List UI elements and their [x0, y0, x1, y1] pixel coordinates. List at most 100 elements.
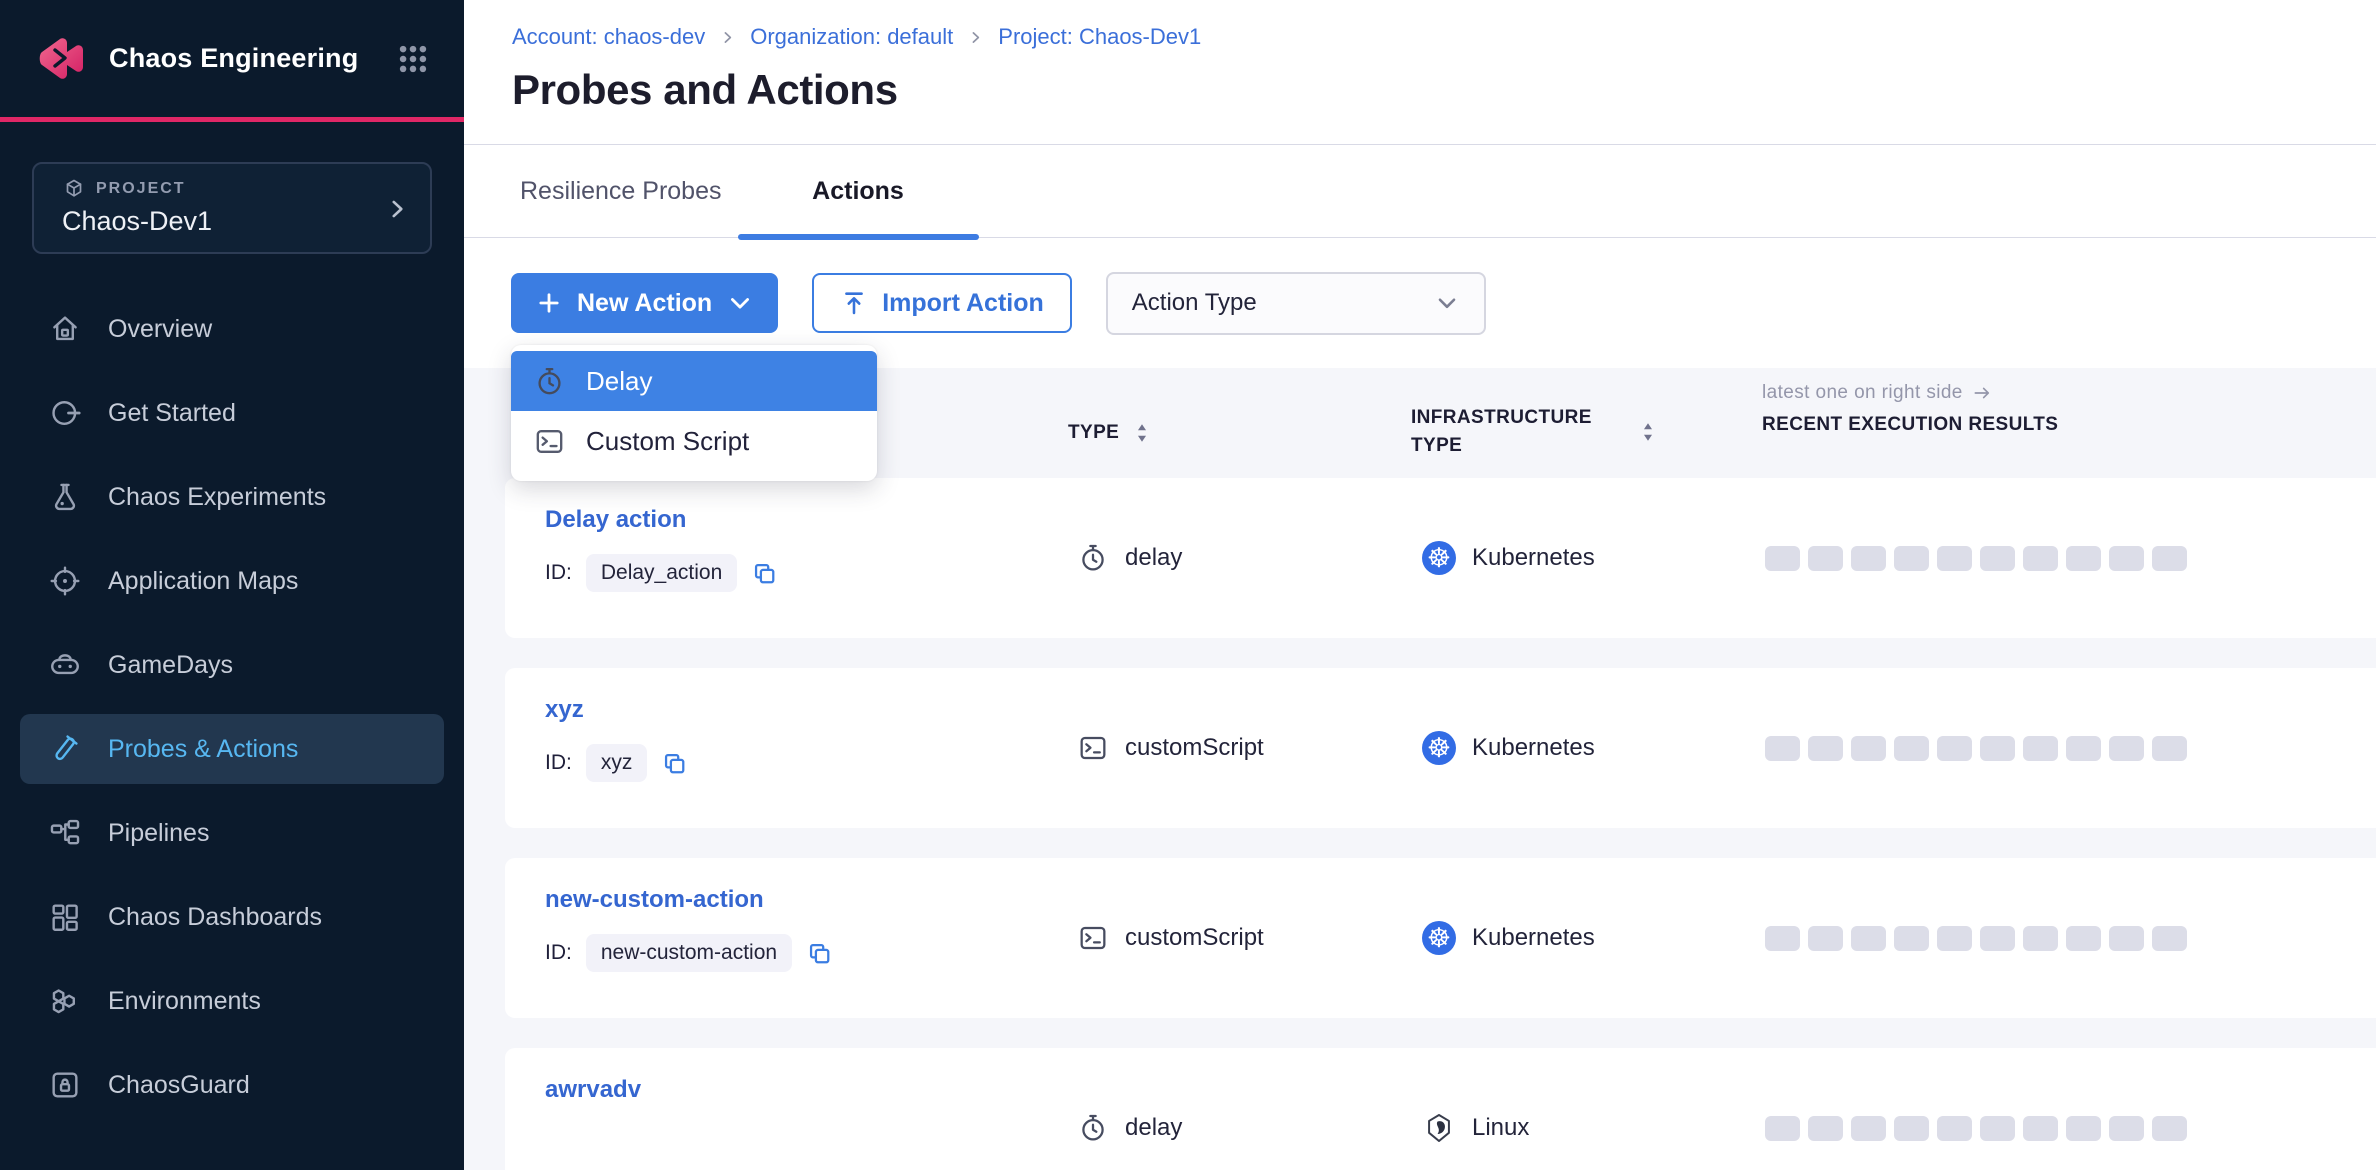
action-type-value: delay: [1125, 1114, 1182, 1142]
project-selector[interactable]: PROJECT Chaos-Dev1: [32, 162, 432, 254]
brand-divider: [0, 117, 464, 122]
action-id-chip: Delay_action: [586, 554, 737, 592]
action-type-cell: customScript: [1077, 858, 1264, 1018]
actions-table: TYPE INFRASTRUCTURE TYPE latest one on r…: [464, 368, 2376, 1170]
page-header: Account: chaos-dev Organization: default P…: [464, 0, 2376, 145]
sidebar-item-chaos-experiments[interactable]: Chaos Experiments: [20, 462, 444, 532]
execution-result-placeholder: [1765, 546, 1800, 571]
sidebar-item-label: Probes & Actions: [108, 735, 298, 764]
dropdown-item-label: Custom Script: [586, 426, 749, 457]
new-action-label: New Action: [577, 289, 712, 318]
sort-icon[interactable]: [1131, 420, 1153, 446]
sidebar-item-probes-actions[interactable]: Probes & Actions: [20, 714, 444, 784]
sort-icon[interactable]: [1637, 419, 1659, 445]
dropdown-item-custom-script[interactable]: Custom Script: [511, 411, 877, 471]
dropdown-item-label: Delay: [586, 366, 652, 397]
sidebar-item-label: Chaos Experiments: [108, 483, 326, 512]
dashboard-icon: [48, 900, 82, 934]
id-label: ID:: [545, 561, 572, 585]
execution-result-placeholder: [2152, 736, 2187, 761]
dropdown-item-delay[interactable]: Delay: [511, 351, 877, 411]
column-header-infrastructure-type: INFRASTRUCTURE TYPE: [1411, 404, 1659, 459]
sidebar-item-overview[interactable]: Overview: [20, 294, 444, 364]
recent-execution-results-cell: [1765, 858, 2187, 1018]
sidebar-item-label: Overview: [108, 315, 212, 344]
app-root: Chaos Engineering PROJECT Chaos-Dev1 Ove…: [0, 0, 2376, 1170]
action-name-cell: awrvadv: [545, 1076, 641, 1104]
action-name-link[interactable]: Delay action: [545, 506, 686, 533]
sidebar-item-chaos-dashboards[interactable]: Chaos Dashboards: [20, 882, 444, 952]
infrastructure-type-value: Linux: [1472, 1114, 1529, 1142]
sidebar-item-environments[interactable]: Environments: [20, 966, 444, 1036]
action-type-select[interactable]: Action Type: [1106, 272, 1486, 335]
sidebar: Chaos Engineering PROJECT Chaos-Dev1 Ove…: [0, 0, 464, 1170]
sidebar-item-application-maps[interactable]: Application Maps: [20, 546, 444, 616]
action-name-link[interactable]: new-custom-action: [545, 886, 764, 913]
execution-result-placeholder: [1851, 736, 1886, 761]
execution-result-placeholder: [1808, 736, 1843, 761]
sidebar-item-pipelines[interactable]: Pipelines: [20, 798, 444, 868]
action-name-cell: Delay action ID: Delay_action: [545, 506, 778, 592]
terminal-icon: [1077, 922, 1109, 954]
tab-resilience-probes[interactable]: Resilience Probes: [520, 145, 722, 237]
execution-result-placeholder: [2066, 546, 2101, 571]
execution-result-placeholder: [1894, 736, 1929, 761]
kubernetes-icon: ☸: [1422, 921, 1456, 955]
breadcrumb-chevron-icon: [967, 29, 984, 46]
recent-results-note-text: latest one on right side: [1762, 382, 1963, 404]
copy-icon[interactable]: [806, 940, 833, 967]
execution-result-placeholder: [2023, 736, 2058, 761]
import-action-button[interactable]: Import Action: [812, 273, 1072, 333]
table-row: new-custom-action ID: new-custom-action …: [505, 858, 2376, 1018]
execution-result-placeholder: [1808, 546, 1843, 571]
execution-result-placeholder: [1808, 1116, 1843, 1141]
action-name-link[interactable]: awrvadv: [545, 1076, 641, 1103]
cube-icon: [62, 177, 86, 201]
breadcrumb-link[interactable]: Organization: default: [750, 24, 953, 50]
flask-icon: [48, 480, 82, 514]
type-header-label: TYPE: [1068, 422, 1119, 444]
chevron-right-icon: [384, 196, 410, 222]
infrastructure-type-cell: ☸ Kubernetes: [1422, 478, 1595, 638]
action-type-value: customScript: [1125, 924, 1264, 952]
sidebar-item-gamedays[interactable]: GameDays: [20, 630, 444, 700]
infrastructure-type-value: Kubernetes: [1472, 544, 1595, 572]
action-name-link[interactable]: xyz: [545, 696, 584, 723]
action-type-cell: customScript: [1077, 668, 1264, 828]
execution-result-placeholder: [2152, 926, 2187, 951]
new-action-button[interactable]: New Action: [511, 273, 778, 333]
execution-result-placeholder: [2109, 1116, 2144, 1141]
harness-chaos-logo-icon: [33, 32, 87, 86]
copy-icon[interactable]: [751, 560, 778, 587]
execution-result-placeholder: [2152, 1116, 2187, 1141]
pipeline-icon: [48, 816, 82, 850]
execution-result-placeholder: [1980, 736, 2015, 761]
sidebar-item-label: Get Started: [108, 399, 236, 428]
column-header-recent-execution-results: latest one on right side RECENT EXECUTIO…: [1762, 382, 2058, 436]
app-title: Chaos Engineering: [109, 43, 374, 74]
execution-result-placeholder: [1765, 926, 1800, 951]
execution-result-placeholder: [1765, 736, 1800, 761]
sidebar-menu: Overview Get Started Chaos Experiments Appl…: [0, 294, 464, 1120]
breadcrumb-link[interactable]: Account: chaos-dev: [512, 24, 705, 50]
execution-result-placeholder: [2109, 546, 2144, 571]
tab-actions[interactable]: Actions: [738, 145, 979, 237]
stopwatch-icon: [1077, 1112, 1109, 1144]
sidebar-header: Chaos Engineering: [0, 0, 464, 117]
action-id-row: ID: Delay_action: [545, 554, 778, 592]
sidebar-item-get-started[interactable]: Get Started: [20, 378, 444, 448]
module-grid-icon[interactable]: [396, 42, 430, 76]
action-type-value: customScript: [1125, 734, 1264, 762]
import-action-label: Import Action: [882, 289, 1044, 318]
copy-icon[interactable]: [661, 750, 688, 777]
id-label: ID:: [545, 941, 572, 965]
breadcrumb-link[interactable]: Project: Chaos-Dev1: [998, 24, 1201, 50]
table-row: awrvadv delay Linux: [505, 1048, 2376, 1170]
infrastructure-type-cell: ☸ Kubernetes: [1422, 668, 1595, 828]
kubernetes-icon: ☸: [1422, 731, 1456, 765]
execution-result-placeholder: [1980, 1116, 2015, 1141]
sidebar-item-chaosguard[interactable]: ChaosGuard: [20, 1050, 444, 1120]
breadcrumb-chevron-icon: [719, 29, 736, 46]
table-row: Delay action ID: Delay_action delay ☸ Ku…: [505, 478, 2376, 638]
execution-result-placeholder: [2066, 926, 2101, 951]
